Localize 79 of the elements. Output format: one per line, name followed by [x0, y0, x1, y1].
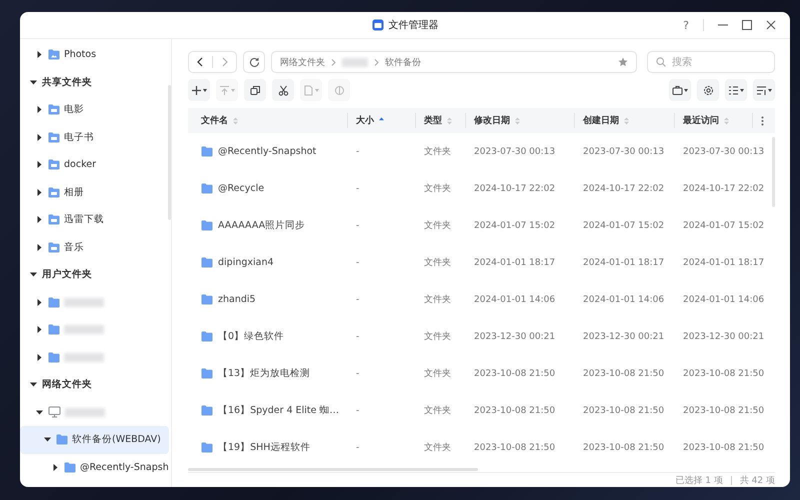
breadcrumb-link[interactable]: 软件备份	[385, 56, 421, 68]
table-cell: 文件夹	[424, 332, 451, 342]
table-cell: 2024-01-07 15:02	[683, 220, 764, 230]
table-cell: 2023-10-08 21:50	[474, 442, 556, 452]
file-name[interactable]: @Recycle	[218, 183, 264, 194]
table-cell: 2023-12-30 00:21	[683, 332, 764, 342]
file-name[interactable]: AAAAAAA照片同步	[218, 219, 306, 232]
item-count: 共 42 项	[740, 474, 775, 486]
table-cell: 2024-01-01 18:17	[583, 258, 664, 268]
column-header[interactable]: 大小	[348, 113, 416, 128]
file-name[interactable]: 【0】绿色软件	[218, 330, 284, 343]
sidebar-item[interactable]: 音乐	[20, 234, 169, 261]
section-heading[interactable]: 共享文件夹	[42, 76, 92, 89]
sidebar-item[interactable]: 软件备份(WEBDAV)	[20, 426, 169, 454]
table-cell: 2023-10-08 21:50	[583, 442, 664, 452]
table-cell: 2023-10-08 21:50	[474, 406, 556, 416]
table-cell: 2023-10-08 21:50	[583, 368, 664, 378]
column-header[interactable]: 修改日期	[466, 113, 575, 128]
table-cell: 2024-01-01 14:06	[474, 294, 556, 304]
help-button[interactable]: ?	[683, 18, 689, 32]
table-cell: -	[356, 294, 360, 304]
file-name[interactable]: zhandi5	[218, 294, 256, 305]
table-cell: 2024-01-01 18:17	[474, 258, 556, 268]
table-cell: -	[356, 368, 360, 378]
table-cell: -	[356, 442, 360, 452]
column-header[interactable]: 创建日期	[575, 113, 675, 128]
table-cell: 2023-10-08 21:50	[683, 442, 764, 452]
breadcrumb-link[interactable]: 网络文件夹	[280, 56, 325, 68]
table-cell: 2024-01-07 15:02	[583, 220, 664, 230]
sidebar-item[interactable]: 迅雷下载	[20, 206, 169, 234]
section-heading[interactable]: 网络文件夹	[42, 378, 92, 392]
sidebar-item[interactable]: 相册	[20, 178, 169, 206]
file-name[interactable]: 【13】炬为放电检测	[218, 367, 310, 380]
table-cell: 文件夹	[424, 258, 451, 268]
file-name[interactable]: 【19】SHH远程软件	[218, 441, 310, 454]
table-cell: 文件夹	[424, 147, 451, 157]
sidebar-item[interactable]: Photos	[20, 41, 169, 68]
table-cell: 2023-10-08 21:50	[683, 368, 764, 378]
sidebar-item[interactable]: @Recently-Snapsh	[20, 454, 169, 481]
column-header[interactable]: 类型	[416, 113, 466, 128]
table-cell: 2023-10-08 21:50	[683, 406, 764, 416]
table-cell: 2023-10-08 21:50	[474, 368, 556, 378]
table-cell: -	[356, 220, 360, 230]
table-cell: 2024-01-01 18:17	[683, 258, 764, 268]
column-header[interactable]: 最近访问	[675, 113, 753, 128]
table-cell: 文件夹	[424, 184, 451, 194]
table-cell: 2024-10-17 22:02	[583, 184, 664, 194]
file-name[interactable]: dipingxian4	[218, 257, 274, 268]
sidebar-item[interactable]: 电影	[20, 96, 169, 124]
table-cell: 文件夹	[424, 369, 451, 379]
table-cell: 2024-01-01 14:06	[583, 294, 664, 304]
table-cell: 2024-01-01 14:06	[683, 294, 764, 304]
table-cell: 2023-10-08 21:50	[583, 406, 664, 416]
table-cell: 2024-10-17 22:02	[683, 184, 764, 194]
file-name[interactable]: @Recently-Snapshot	[218, 146, 316, 157]
table-cell: -	[356, 184, 360, 194]
table-cell: -	[356, 332, 360, 342]
table-cell: 2023-07-30 00:13	[583, 146, 664, 156]
file-name[interactable]: 【16】Spyder 4 Elite 蜘…	[218, 404, 340, 417]
table-cell: 文件夹	[424, 443, 451, 453]
table-cell: 2023-07-30 00:13	[683, 146, 764, 156]
window-title: 文件管理器	[388, 18, 438, 32]
section-heading[interactable]: 用户文件夹	[42, 268, 92, 282]
table-cell: 文件夹	[424, 221, 451, 231]
table-cell: 2023-07-30 00:13	[474, 146, 556, 156]
table-cell: 2023-12-30 00:21	[474, 332, 556, 342]
sidebar-item[interactable]: docker	[20, 151, 169, 178]
table-cell: 文件夹	[424, 295, 451, 305]
table-cell: 文件夹	[424, 406, 451, 416]
table-cell: 2023-12-30 00:21	[583, 332, 664, 342]
table-cell: 2024-10-17 22:02	[474, 184, 556, 194]
selection-count: 已选择 1 项	[675, 474, 723, 486]
column-header[interactable]: 文件名	[188, 113, 348, 128]
search-field[interactable]: 搜索	[647, 51, 775, 73]
table-cell: -	[356, 406, 360, 416]
sidebar-item[interactable]: 电子书	[20, 124, 169, 151]
table-cell: -	[356, 146, 360, 156]
table-cell: 2024-01-07 15:02	[474, 220, 556, 230]
table-cell: -	[356, 258, 360, 268]
